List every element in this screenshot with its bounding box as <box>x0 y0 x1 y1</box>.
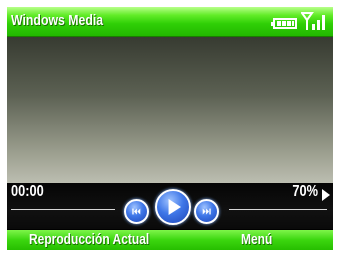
previous-track-icon <box>132 208 141 215</box>
video-area[interactable] <box>7 37 333 183</box>
softkey-now-playing[interactable]: Reproducción Actual <box>29 231 149 248</box>
volume-level: 70% <box>292 183 318 200</box>
play-button[interactable] <box>155 189 191 225</box>
previous-button[interactable] <box>124 199 149 224</box>
signal-strength-icon <box>301 12 325 30</box>
volume-bar[interactable] <box>229 209 327 210</box>
playback-controls: 00:00 70% <box>7 183 333 229</box>
battery-icon <box>271 18 297 29</box>
play-icon <box>168 199 181 215</box>
volume-arrow-icon[interactable] <box>322 189 330 201</box>
seek-bar[interactable] <box>11 209 115 210</box>
media-player-window: Windows Media 00:00 70% Reproducción Act… <box>7 7 333 250</box>
next-track-icon <box>202 208 211 215</box>
app-title: Windows Media <box>11 12 104 29</box>
next-button[interactable] <box>194 199 219 224</box>
elapsed-time: 00:00 <box>11 183 44 200</box>
softkey-bar: Reproducción Actual Menú <box>7 230 333 250</box>
softkey-menu[interactable]: Menú <box>241 231 272 248</box>
title-bar: Windows Media <box>7 7 333 37</box>
